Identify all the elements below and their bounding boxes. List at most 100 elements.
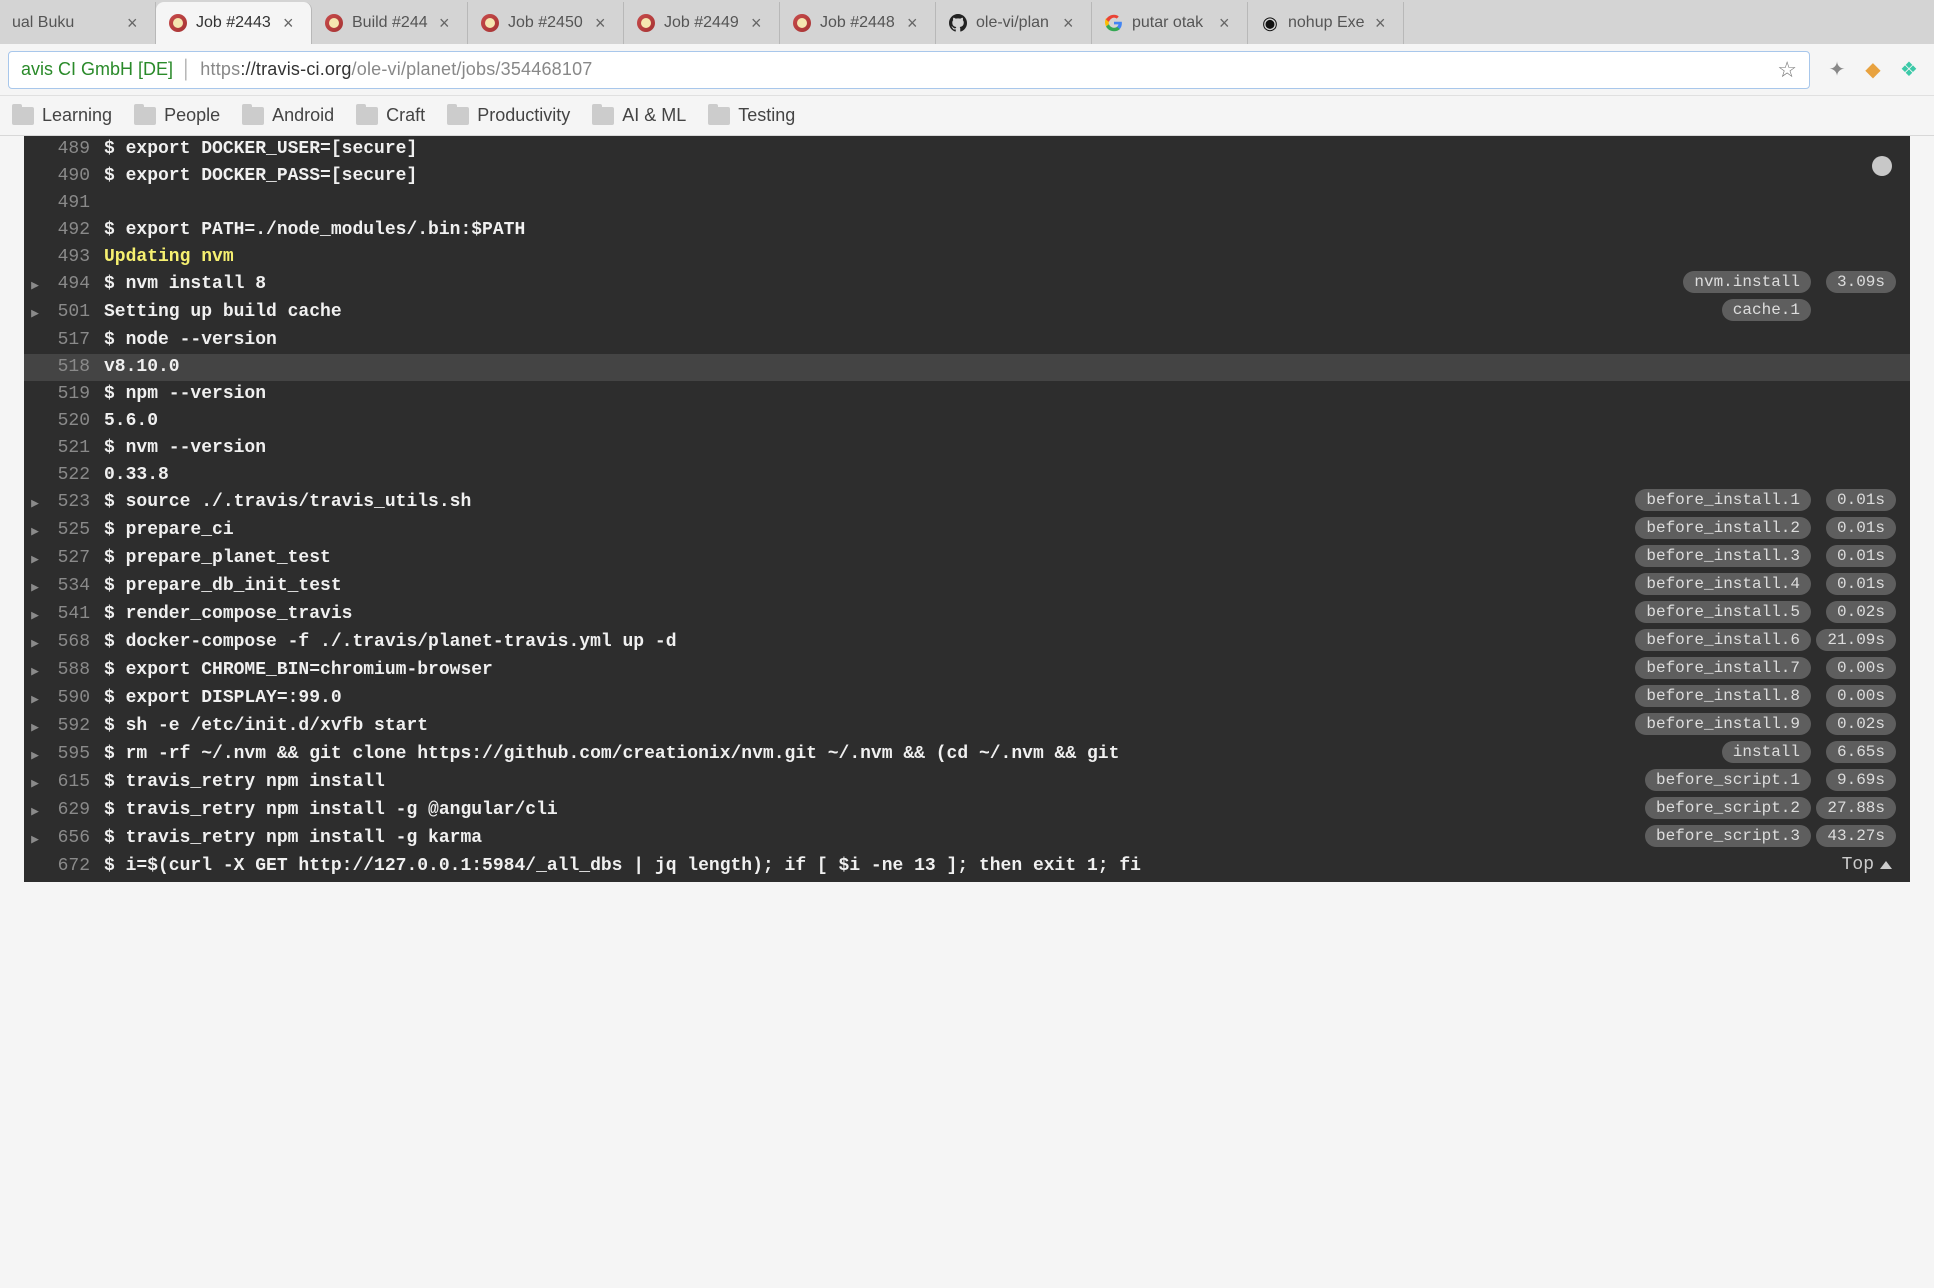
log-text: Setting up build cache — [104, 299, 1643, 325]
line-number: 525 — [46, 517, 104, 543]
fold-arrow-icon[interactable]: ▶ — [24, 657, 46, 685]
close-icon[interactable]: × — [1375, 13, 1391, 34]
log-line[interactable]: ▶629$ travis_retry npm install -g @angul… — [24, 797, 1910, 825]
time-badge: 0.01s — [1826, 517, 1896, 539]
log-text: Updating nvm — [104, 244, 1896, 270]
fold-arrow-icon — [24, 217, 46, 219]
log-line[interactable]: ▶588$ export CHROME_BIN=chromium-browser… — [24, 657, 1910, 685]
bookmark-folder[interactable]: Android — [242, 105, 334, 126]
close-icon[interactable]: × — [751, 13, 767, 34]
folder-icon — [356, 107, 378, 125]
fold-arrow-icon[interactable]: ▶ — [24, 601, 46, 629]
bookmark-folder[interactable]: People — [134, 105, 220, 126]
log-badges: before_install.20.01s — [1651, 517, 1896, 539]
bookmark-folder[interactable]: Craft — [356, 105, 425, 126]
line-number: 588 — [46, 657, 104, 683]
fold-arrow-icon[interactable]: ▶ — [24, 489, 46, 517]
fold-arrow-icon[interactable]: ▶ — [24, 629, 46, 657]
log-badges: before_script.343.27s — [1651, 825, 1896, 847]
phase-badge: before_script.2 — [1645, 797, 1811, 819]
log-line[interactable]: ▶592$ sh -e /etc/init.d/xvfb startbefore… — [24, 713, 1910, 741]
log-line[interactable]: ▶501Setting up build cachecache.1 — [24, 299, 1910, 327]
log-line[interactable]: ▶525$ prepare_cibefore_install.20.01s — [24, 517, 1910, 545]
close-icon[interactable]: × — [1219, 13, 1235, 34]
close-icon[interactable]: × — [1063, 13, 1079, 34]
log-text: $ docker-compose -f ./.travis/planet-tra… — [104, 629, 1643, 655]
close-icon[interactable]: × — [595, 13, 611, 34]
scroll-top-button[interactable]: Top — [1842, 852, 1892, 878]
log-line[interactable]: ▶656$ travis_retry npm install -g karmab… — [24, 825, 1910, 853]
log-line[interactable]: ▶534$ prepare_db_init_testbefore_install… — [24, 573, 1910, 601]
log-line[interactable]: ▶595$ rm -rf ~/.nvm && git clone https:/… — [24, 741, 1910, 769]
log-line: 518v8.10.0 — [24, 354, 1910, 381]
log-badges: before_install.90.02s — [1651, 713, 1896, 735]
close-icon[interactable]: × — [439, 13, 455, 34]
close-icon[interactable]: × — [283, 13, 299, 34]
fold-arrow-icon[interactable]: ▶ — [24, 713, 46, 741]
line-number: 590 — [46, 685, 104, 711]
close-icon[interactable]: × — [127, 13, 143, 34]
close-icon[interactable]: × — [907, 13, 923, 34]
log-line: 5220.33.8 — [24, 462, 1910, 489]
time-badge: 0.00s — [1826, 657, 1896, 679]
log-text: $ travis_retry npm install -g @angular/c… — [104, 797, 1643, 823]
bookmark-folder[interactable]: Testing — [708, 105, 795, 126]
line-number: 672 — [46, 853, 104, 879]
fold-arrow-icon[interactable]: ▶ — [24, 517, 46, 545]
phase-badge: before_install.4 — [1635, 573, 1811, 595]
fold-arrow-icon[interactable]: ▶ — [24, 685, 46, 713]
browser-tab[interactable]: ◉nohup Exe× — [1248, 2, 1404, 44]
fold-arrow-icon[interactable]: ▶ — [24, 797, 46, 825]
fold-arrow-icon[interactable]: ▶ — [24, 741, 46, 769]
line-number: 592 — [46, 713, 104, 739]
log-line[interactable]: ▶527$ prepare_planet_testbefore_install.… — [24, 545, 1910, 573]
bookmark-label: Learning — [42, 105, 112, 126]
phase-badge: before_install.1 — [1635, 489, 1811, 511]
log-text: $ nvm --version — [104, 435, 1896, 461]
browser-tab[interactable]: Job #2443× — [156, 2, 312, 44]
line-number: 492 — [46, 217, 104, 243]
browser-tab[interactable]: Job #2449× — [624, 2, 780, 44]
bookmark-folder[interactable]: Productivity — [447, 105, 570, 126]
log-text: $ rm -rf ~/.nvm && git clone https://git… — [104, 741, 1643, 767]
log-line[interactable]: ▶494$ nvm install 8nvm.install3.09s — [24, 271, 1910, 299]
bookmark-folder[interactable]: AI & ML — [592, 105, 686, 126]
fold-arrow-icon[interactable]: ▶ — [24, 271, 46, 299]
folder-icon — [592, 107, 614, 125]
extension-icon-a[interactable]: ◆ — [1862, 59, 1884, 81]
site-identity[interactable]: avis CI GmbH [DE] — [21, 59, 173, 80]
log-line[interactable]: ▶523$ source ./.travis/travis_utils.shbe… — [24, 489, 1910, 517]
extension-icon-b[interactable]: ❖ — [1898, 59, 1920, 81]
extension-puzzle-icon[interactable]: ✦ — [1826, 59, 1848, 81]
phase-badge: before_install.6 — [1635, 629, 1811, 651]
folder-icon — [447, 107, 469, 125]
fold-arrow-icon[interactable]: ▶ — [24, 299, 46, 327]
fold-arrow-icon[interactable]: ▶ — [24, 825, 46, 853]
address-bar-row: avis CI GmbH [DE] │ https://travis-ci.or… — [0, 44, 1934, 96]
travis-icon — [636, 13, 656, 33]
browser-tab[interactable]: putar otak× — [1092, 2, 1248, 44]
log-text: $ npm --version — [104, 381, 1896, 407]
bookmark-star-icon[interactable]: ☆ — [1777, 57, 1797, 83]
folder-icon — [134, 107, 156, 125]
omnibox[interactable]: avis CI GmbH [DE] │ https://travis-ci.or… — [8, 51, 1810, 89]
browser-tab[interactable]: Job #2450× — [468, 2, 624, 44]
log-line[interactable]: ▶541$ render_compose_travisbefore_instal… — [24, 601, 1910, 629]
log-line[interactable]: ▶590$ export DISPLAY=:99.0before_install… — [24, 685, 1910, 713]
browser-tab[interactable]: ual Buku× — [0, 2, 156, 44]
phase-badge: before_install.5 — [1635, 601, 1811, 623]
fold-arrow-icon — [24, 244, 46, 246]
browser-tab[interactable]: Job #2448× — [780, 2, 936, 44]
log-text: $ travis_retry npm install -g karma — [104, 825, 1643, 851]
bookmark-folder[interactable]: Learning — [12, 105, 112, 126]
fold-arrow-icon[interactable]: ▶ — [24, 545, 46, 573]
travis-icon — [324, 13, 344, 33]
log-line[interactable]: ▶615$ travis_retry npm installbefore_scr… — [24, 769, 1910, 797]
browser-tab[interactable]: ole-vi/plan× — [936, 2, 1092, 44]
fold-arrow-icon[interactable]: ▶ — [24, 573, 46, 601]
fold-arrow-icon[interactable]: ▶ — [24, 769, 46, 797]
log-line[interactable]: ▶568$ docker-compose -f ./.travis/planet… — [24, 629, 1910, 657]
browser-tab-bar: ual Buku×Job #2443×Build #244×Job #2450×… — [0, 0, 1934, 44]
log-text: $ export PATH=./node_modules/.bin:$PATH — [104, 217, 1896, 243]
browser-tab[interactable]: Build #244× — [312, 2, 468, 44]
